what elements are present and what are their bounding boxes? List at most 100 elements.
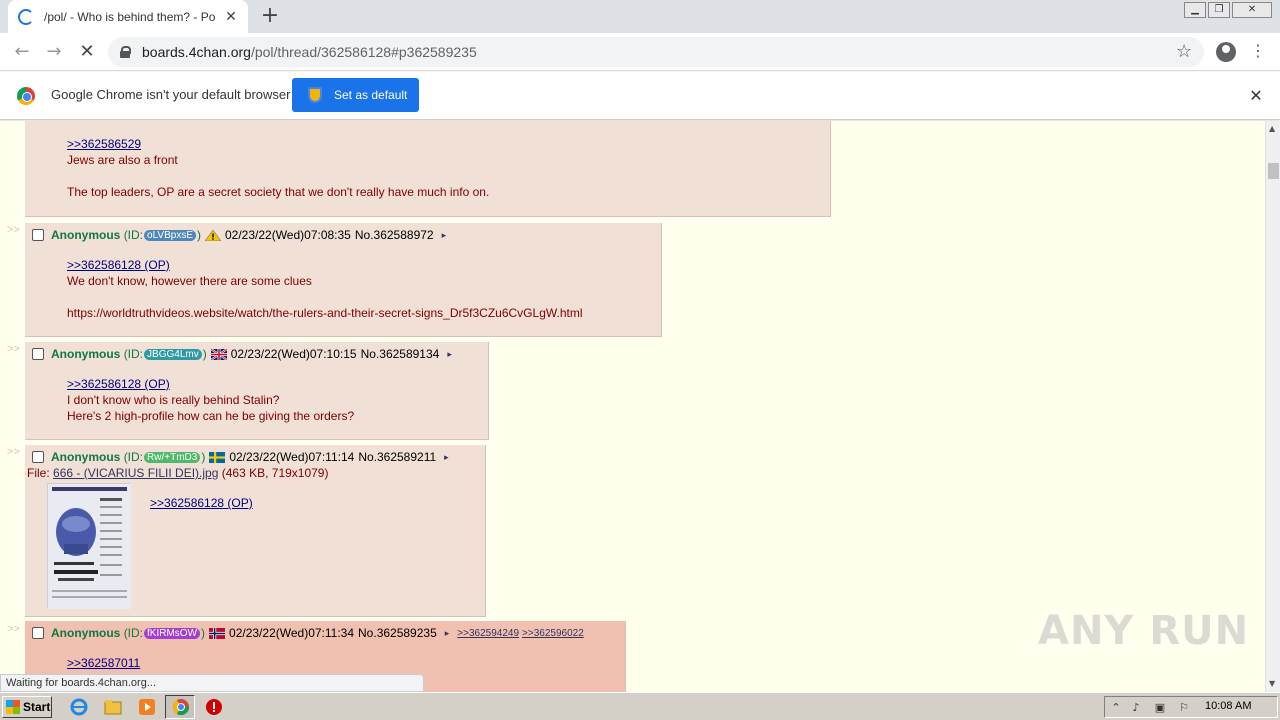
- backlink[interactable]: >>362594249: [457, 628, 519, 639]
- post-number[interactable]: No.362589211: [358, 450, 436, 464]
- poster-name: Anonymous: [51, 347, 121, 361]
- stop-button[interactable]: ✕: [76, 41, 98, 63]
- post-line: Here's 2 high-profile how can he be givi…: [67, 409, 355, 423]
- taskbar-clock[interactable]: 10:08 AM: [1205, 700, 1251, 712]
- post-line-blank: [67, 168, 489, 184]
- reply-post: Anonymous (ID: oLVBpxsE ) 02/23/22(Wed)0…: [25, 223, 662, 337]
- post-menu-icon[interactable]: ▸: [442, 230, 447, 241]
- scroll-up-icon[interactable]: ▲: [1269, 124, 1275, 133]
- post-number[interactable]: No.362589235: [358, 626, 437, 640]
- folder-icon[interactable]: [104, 698, 122, 716]
- id-prefix: (ID:: [123, 228, 144, 242]
- post-message: >>362587011: [67, 655, 140, 671]
- infobar-message: Google Chrome isn't your default browser: [51, 87, 291, 102]
- warning-flag-icon: [204, 229, 221, 241]
- media-player-icon[interactable]: [138, 698, 156, 716]
- file-label: File:: [27, 466, 54, 480]
- id-prefix: (ID:: [123, 450, 144, 464]
- side-arrows: >>: [7, 446, 20, 458]
- scrollbar-thumb[interactable]: [1268, 163, 1279, 179]
- anyrun-watermark: ANY RUN: [1038, 608, 1250, 654]
- minimize-button[interactable]: ▁: [1184, 2, 1206, 18]
- browser-toolbar: ← → ✕ boards.4chan.org/pol/thread/362586…: [0, 33, 1280, 71]
- post-checkbox[interactable]: [32, 451, 44, 463]
- side-arrows: >>: [7, 224, 20, 236]
- system-tray: ⌃ ♪ ▣ ⚐ 10:08 AM: [1104, 696, 1278, 718]
- side-arrows: >>: [7, 343, 20, 355]
- quote-link[interactable]: >>362587011: [67, 656, 140, 670]
- post-checkbox[interactable]: [32, 348, 44, 360]
- volume-icon[interactable]: ♪: [1129, 701, 1143, 715]
- bookmark-star-icon[interactable]: ☆: [1176, 41, 1192, 62]
- vertical-scrollbar[interactable]: ▲ ▼: [1265, 121, 1280, 692]
- poster-name: Anonymous: [51, 228, 121, 242]
- post-datetime: 02/23/22(Wed)07:08:35: [224, 228, 351, 242]
- network-icon[interactable]: ▣: [1153, 701, 1167, 715]
- post-info: Anonymous (ID: JBGG4Lmv ) 02/23/22(Wed)0…: [32, 347, 452, 361]
- quote-link[interactable]: >>362586128 (OP): [67, 377, 170, 391]
- chrome-logo-icon: [17, 87, 35, 105]
- tab-active[interactable]: /pol/ - Who is behind them? - Politica ✕: [8, 0, 248, 33]
- post-datetime: 02/23/22(Wed)07:11:14: [229, 450, 355, 464]
- poster-name: Anonymous: [51, 626, 121, 640]
- chrome-menu-icon[interactable]: ⋮: [1250, 41, 1266, 60]
- tray-expand-icon[interactable]: ⌃: [1109, 701, 1123, 715]
- poster-id[interactable]: JBGG4Lmv: [144, 348, 202, 360]
- backlink[interactable]: >>362596022: [522, 628, 584, 639]
- scroll-down-icon[interactable]: ▼: [1269, 679, 1275, 688]
- post-checkbox[interactable]: [32, 627, 44, 639]
- forward-button[interactable]: →: [43, 41, 65, 63]
- tab-close-icon[interactable]: ✕: [224, 9, 238, 25]
- start-button[interactable]: Start: [2, 696, 52, 718]
- maximize-button[interactable]: ❐: [1208, 2, 1230, 18]
- post-checkbox[interactable]: [32, 229, 44, 241]
- reply-post: Anonymous (ID: Rw/+TmD3 ) 02/23/22(Wed)0…: [25, 445, 486, 617]
- post-menu-icon[interactable]: ▸: [445, 628, 450, 639]
- post-menu-icon[interactable]: ▸: [444, 452, 449, 463]
- internet-explorer-icon[interactable]: [70, 698, 88, 716]
- post-number[interactable]: No.362588972: [355, 228, 434, 242]
- post-message: >>362586128 (OP) We don't know, however …: [67, 257, 583, 321]
- post-message: >>362586128 (OP) I don't know who is rea…: [67, 376, 354, 424]
- quote-link[interactable]: >>362586128 (OP): [67, 258, 170, 272]
- poster-id[interactable]: oLVBpxsE: [144, 229, 196, 241]
- security-alert-icon[interactable]: [205, 698, 223, 716]
- window-close-button[interactable]: ✕: [1232, 2, 1272, 18]
- infobar-close-icon[interactable]: ✕: [1248, 86, 1264, 105]
- back-button[interactable]: ←: [11, 41, 33, 63]
- reply-post: Anonymous (ID: JBGG4Lmv ) 02/23/22(Wed)0…: [25, 342, 489, 440]
- default-browser-infobar: Google Chrome isn't your default browser…: [0, 72, 1280, 120]
- file-link[interactable]: 666 - (VICARIUS FILII DEI).jpg: [53, 466, 218, 480]
- file-info: File: 666 - (VICARIUS FILII DEI).jpg (46…: [27, 466, 328, 480]
- account-icon[interactable]: [1216, 42, 1236, 62]
- poster-id[interactable]: Rw/+TmD3: [144, 451, 201, 463]
- side-arrows: >>: [7, 623, 20, 635]
- norway-flag-icon: [209, 627, 226, 639]
- windows-logo-icon: [6, 700, 20, 714]
- id-suffix: ): [201, 450, 206, 464]
- post-menu-icon[interactable]: ▸: [447, 349, 452, 360]
- post-message: >>362586529 Jews are also a front The to…: [67, 136, 489, 200]
- address-bar[interactable]: boards.4chan.org/pol/thread/362586128#p3…: [108, 37, 1204, 67]
- new-tab-button[interactable]: +: [258, 5, 282, 29]
- uk-flag-icon: [210, 348, 227, 360]
- loading-spinner-icon: [18, 8, 34, 25]
- post-number[interactable]: No.362589134: [361, 347, 440, 361]
- reply-post: >>362586529 Jews are also a front The to…: [25, 121, 831, 217]
- post-link[interactable]: https://worldtruthvideos.website/watch/t…: [67, 305, 583, 321]
- action-center-flag-icon[interactable]: ⚐: [1177, 701, 1191, 715]
- quote-link[interactable]: >>362586128 (OP): [150, 496, 253, 510]
- thumbnail-image: [48, 484, 131, 609]
- poster-id[interactable]: fKIRMsOW: [144, 627, 201, 639]
- set-as-default-button[interactable]: Set as default: [292, 78, 419, 112]
- lock-icon[interactable]: [120, 46, 131, 58]
- post-line: We don't know, however there are some cl…: [67, 274, 312, 288]
- post-line: I don't know who is really behind Stalin…: [67, 393, 280, 407]
- sweden-flag-icon: [209, 451, 226, 463]
- chrome-taskbar-button[interactable]: [165, 695, 195, 719]
- quote-link[interactable]: >>362586529: [67, 137, 141, 151]
- file-thumbnail[interactable]: [47, 483, 131, 609]
- thread-content: >>362586529 Jews are also a front The to…: [0, 121, 1265, 692]
- id-suffix: ): [201, 626, 206, 640]
- post-message: >>362586128 (OP): [150, 495, 253, 511]
